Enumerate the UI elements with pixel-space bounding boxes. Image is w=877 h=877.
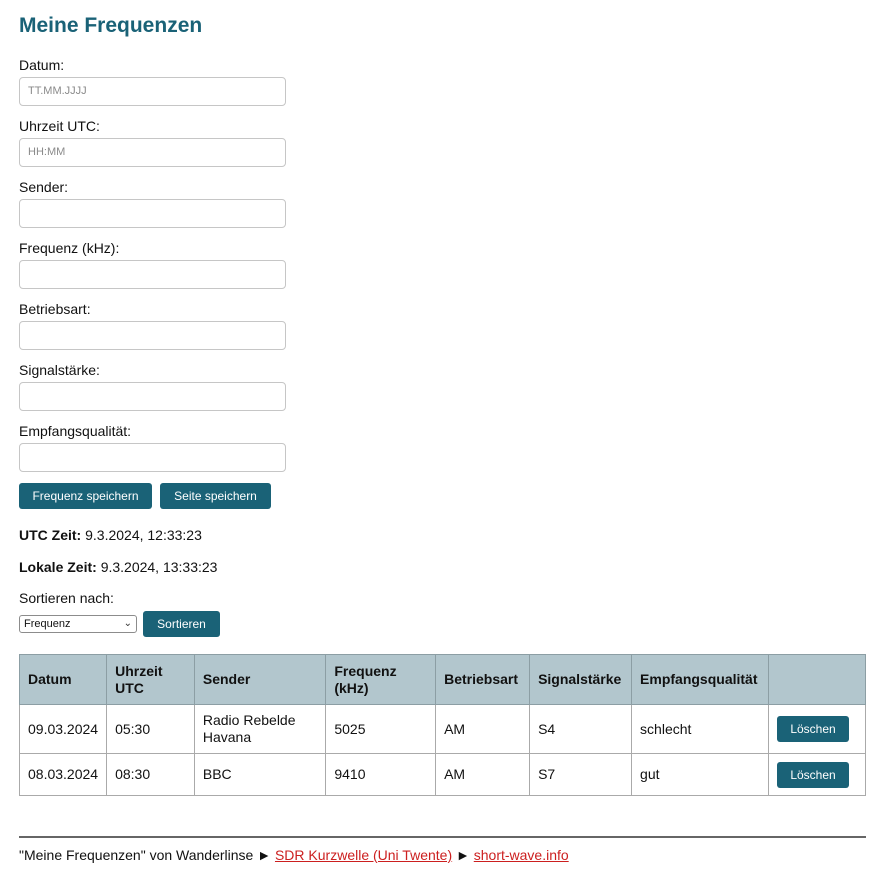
local-time: Lokale Zeit: 9.3.2024, 13:33:23 xyxy=(19,559,217,575)
page-title: Meine Frequenzen xyxy=(19,14,203,37)
arrow-right-icon: ► xyxy=(456,847,470,863)
field-label-frequenz: Frequenz (kHz): xyxy=(19,240,120,256)
arrow-right-icon: ► xyxy=(257,847,272,863)
utc-time: UTC Zeit: 9.3.2024, 12:33:23 xyxy=(19,527,202,543)
table-header-row: Datum Uhrzeit UTC Sender Frequenz (kHz) … xyxy=(18,654,866,705)
local-time-label: Lokale Zeit: xyxy=(19,559,97,575)
sort-controls: Frequenz ⌄ Sortieren xyxy=(19,611,220,637)
field-betriebsart: Betriebsart: xyxy=(19,301,286,362)
column-header-datum: Datum xyxy=(18,654,108,705)
field-label-signalstaerke: Signalstärke: xyxy=(19,362,100,378)
short-wave-info-link[interactable]: short-wave.info xyxy=(474,847,569,863)
uhrzeit-input[interactable]: HH:MM xyxy=(19,138,286,167)
field-label-sender: Sender: xyxy=(19,179,69,195)
field-uhrzeit: Uhrzeit UTC: HH:MM xyxy=(19,118,286,179)
cell-frequenz: 9410 xyxy=(325,753,437,796)
frequency-form: Datum: TT.MM.JJJJ Uhrzeit UTC: HH:MM Sen… xyxy=(19,57,286,484)
cell-actions: Löschen xyxy=(768,704,866,754)
betriebsart-input[interactable] xyxy=(19,321,286,350)
field-frequenz: Frequenz (kHz): xyxy=(19,240,286,301)
cell-empfangsqualitaet: schlecht xyxy=(631,704,770,754)
delete-button[interactable]: Löschen xyxy=(777,761,850,788)
column-header-empfangsqualitaet: Empfangsqualität xyxy=(631,654,770,705)
save-page-button[interactable]: Seite speichern xyxy=(160,483,271,509)
sort-button[interactable]: Sortieren xyxy=(143,611,220,637)
field-datum: Datum: TT.MM.JJJJ xyxy=(19,57,286,118)
sort-select[interactable]: Frequenz ⌄ xyxy=(19,615,137,633)
sort-select-value: Frequenz xyxy=(24,618,71,630)
delete-button[interactable]: Löschen xyxy=(777,716,850,742)
local-time-value: 9.3.2024, 13:33:23 xyxy=(100,559,218,575)
column-header-actions xyxy=(768,654,866,705)
column-header-sender: Sender xyxy=(193,654,327,705)
chevron-down-icon: ⌄ xyxy=(123,618,132,629)
column-header-frequenz: Frequenz (kHz) xyxy=(325,654,437,705)
cell-uhrzeit: 05:30 xyxy=(106,704,195,754)
cell-empfangsqualitaet: gut xyxy=(631,753,770,796)
frequency-table: Datum Uhrzeit UTC Sender Frequenz (kHz) … xyxy=(18,654,866,796)
cell-betriebsart: AM xyxy=(435,704,531,754)
save-frequency-button[interactable]: Frequenz speichern xyxy=(19,483,152,509)
sender-input[interactable] xyxy=(19,199,286,228)
footer-text: "Meine Frequenzen" von Wanderlinse xyxy=(19,847,254,863)
cell-sender: Radio Rebelde Havana xyxy=(193,704,327,754)
signalstaerke-input[interactable] xyxy=(19,382,286,411)
cell-sender: BBC xyxy=(193,753,327,796)
column-header-signalstaerke: Signalstärke xyxy=(529,654,633,705)
frequenz-input[interactable] xyxy=(19,260,286,289)
cell-datum: 08.03.2024 xyxy=(18,753,108,796)
datum-input[interactable]: TT.MM.JJJJ xyxy=(19,77,286,106)
field-label-datum: Datum: xyxy=(19,57,65,73)
field-sender: Sender: xyxy=(19,179,286,240)
utc-time-value: 9.3.2024, 12:33:23 xyxy=(85,527,202,543)
utc-time-label: UTC Zeit: xyxy=(19,527,82,543)
empfangsqualitaet-input[interactable] xyxy=(19,443,286,472)
column-header-uhrzeit: Uhrzeit UTC xyxy=(106,654,195,705)
cell-signalstaerke: S7 xyxy=(529,753,633,796)
field-signalstaerke: Signalstärke: xyxy=(19,362,286,423)
sort-label: Sortieren nach: xyxy=(19,590,114,606)
footer-divider xyxy=(19,836,866,838)
field-label-empfangsqualitaet: Empfangsqualität: xyxy=(19,423,132,439)
column-header-betriebsart: Betriebsart xyxy=(435,654,531,705)
field-label-uhrzeit: Uhrzeit UTC: xyxy=(19,118,100,134)
table-row: 08.03.2024 08:30 BBC 9410 AM S7 gut Lösc… xyxy=(18,753,866,796)
cell-frequenz: 5025 xyxy=(325,704,437,754)
footer: "Meine Frequenzen" von Wanderlinse ► SDR… xyxy=(19,847,569,863)
cell-signalstaerke: S4 xyxy=(529,704,633,754)
cell-datum: 09.03.2024 xyxy=(18,704,108,754)
sdr-kurzwelle-link[interactable]: SDR Kurzwelle (Uni Twente) xyxy=(275,847,452,863)
form-buttons: Frequenz speichern Seite speichern xyxy=(19,483,271,509)
field-empfangsqualitaet: Empfangsqualität: xyxy=(19,423,286,484)
cell-uhrzeit: 08:30 xyxy=(106,753,195,796)
cell-betriebsart: AM xyxy=(435,753,531,796)
table-row: 09.03.2024 05:30 Radio Rebelde Havana 50… xyxy=(18,704,866,754)
cell-actions: Löschen xyxy=(768,753,866,796)
field-label-betriebsart: Betriebsart: xyxy=(19,301,91,317)
